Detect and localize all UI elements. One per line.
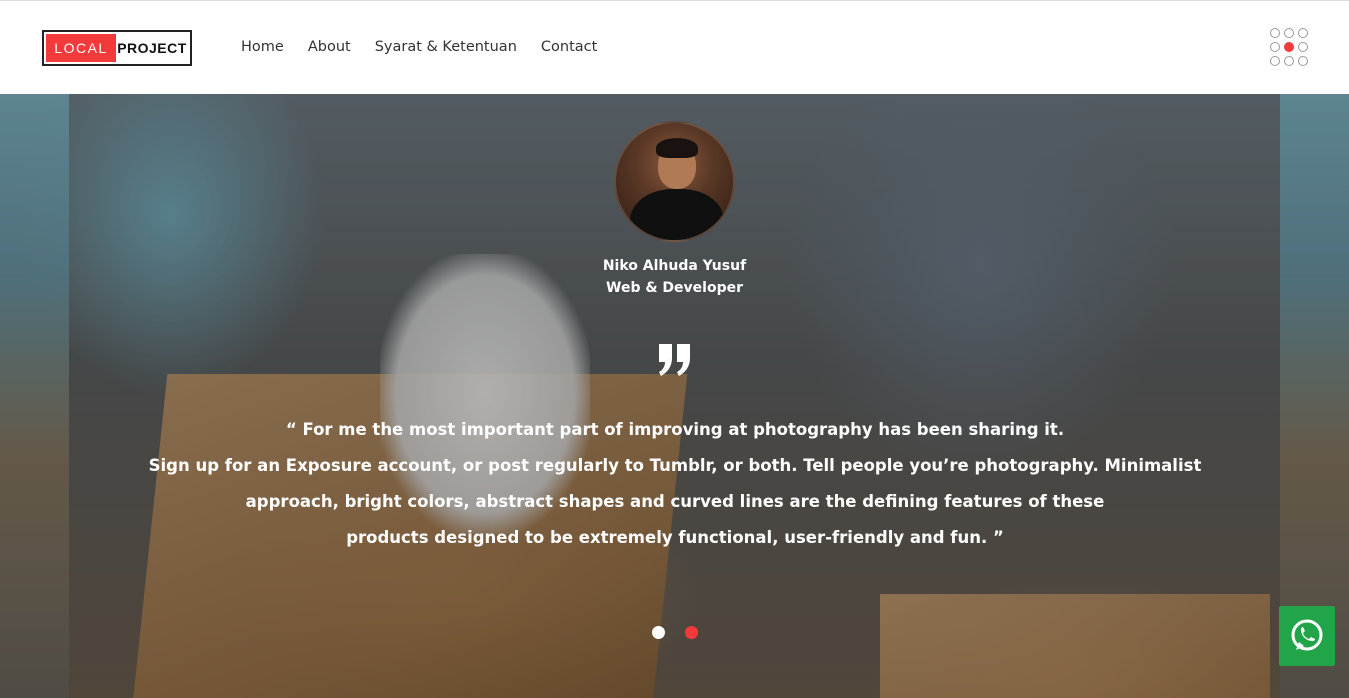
- slider-dot-2-active[interactable]: [685, 626, 698, 639]
- menu-dot: [1298, 28, 1308, 38]
- slider-dot-1[interactable]: [652, 626, 665, 639]
- grid-dots-icon[interactable]: [1270, 28, 1310, 68]
- nav-home[interactable]: Home: [241, 37, 284, 57]
- logo-project-text: PROJECT: [117, 40, 187, 56]
- quote-line: approach, bright colors, abstract shapes…: [245, 492, 1105, 511]
- main-nav: Home About Syarat & Ketentuan Contact: [241, 37, 621, 57]
- menu-dot-active: [1284, 42, 1294, 52]
- quote-icon: [659, 344, 690, 376]
- menu-dot: [1298, 42, 1308, 52]
- quote-line: Sign up for an Exposure account, or post…: [148, 456, 1202, 475]
- slider-pagination: [652, 626, 698, 639]
- testimonial-name: Niko Alhuda Yusuf: [602, 258, 747, 274]
- whatsapp-button[interactable]: [1279, 606, 1335, 666]
- quote-line: products designed to be extremely functi…: [346, 528, 1004, 547]
- site-logo[interactable]: LOCAL PROJECT: [42, 30, 192, 66]
- whatsapp-icon: [1291, 619, 1323, 651]
- avatar-hair: [656, 138, 698, 158]
- menu-dot: [1284, 56, 1294, 66]
- menu-dot: [1270, 28, 1280, 38]
- menu-dot: [1270, 56, 1280, 66]
- menu-dot: [1270, 42, 1280, 52]
- nav-syarat-ketentuan[interactable]: Syarat & Ketentuan: [375, 37, 517, 57]
- menu-dot: [1298, 56, 1308, 66]
- nav-contact[interactable]: Contact: [541, 37, 597, 57]
- avatar-body: [630, 189, 724, 240]
- site-header: LOCAL PROJECT Home About Syarat & Ketent…: [0, 0, 1349, 94]
- testimonial-avatar: [614, 121, 735, 242]
- logo-local-text: LOCAL: [46, 34, 116, 62]
- nav-about[interactable]: About: [308, 37, 351, 57]
- testimonial-quote: “ For me the most important part of impr…: [140, 412, 1210, 556]
- testimonial-role: Web & Developer: [606, 280, 743, 296]
- quote-line: “ For me the most important part of impr…: [285, 420, 1065, 439]
- menu-dot: [1284, 28, 1294, 38]
